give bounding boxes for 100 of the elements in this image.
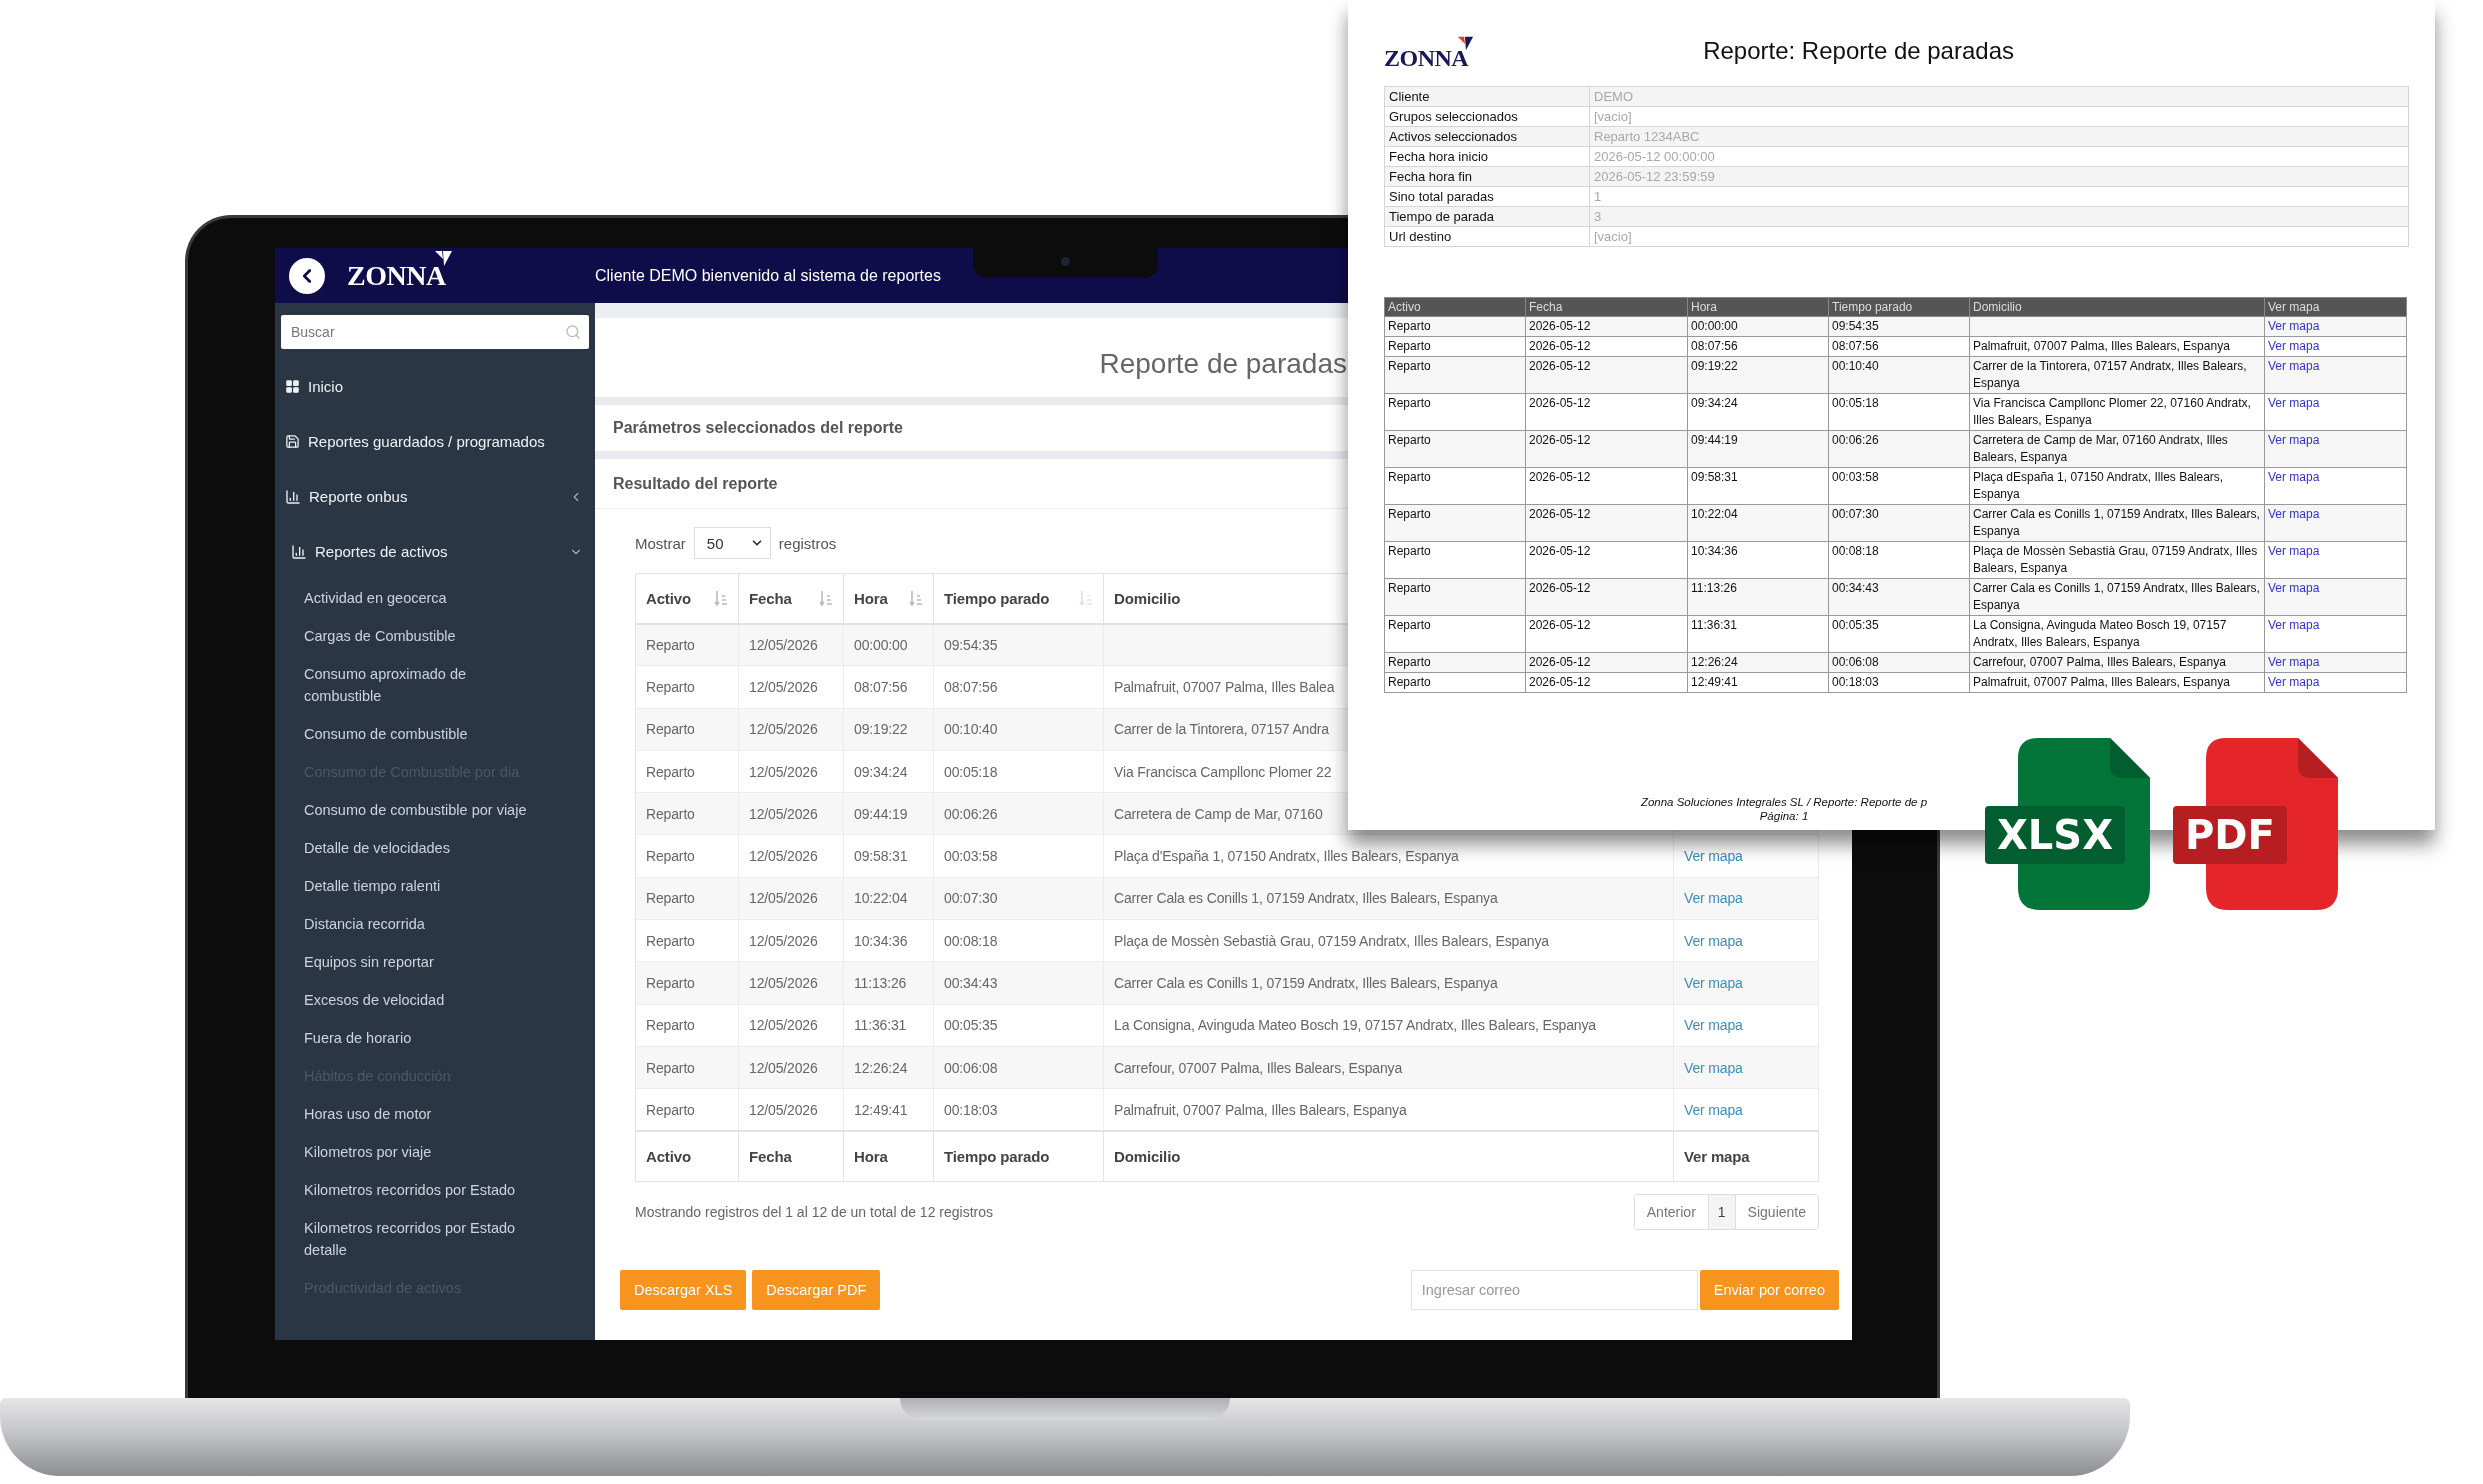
table-cell: 00:34:43 [944, 975, 998, 991]
page-button[interactable]: 1 [1707, 1194, 1735, 1229]
nav-subitem[interactable]: Fuera de horario [281, 1019, 541, 1057]
nav-subitem[interactable]: Cargas de Combustible [281, 617, 541, 655]
nav-subitem[interactable]: Horas uso de motor [281, 1095, 541, 1133]
map-link[interactable]: Ver mapa [2268, 396, 2320, 410]
map-link[interactable]: Ver mapa [1684, 848, 1743, 865]
nav-subitem[interactable]: Actividad en geocerca [281, 579, 541, 617]
table-cell: La Consigna, Avinguda Mateo Bosch 19, 07157 Andratx, Illes Balears, Espanya [1114, 1017, 1596, 1034]
map-link[interactable]: Ver mapa [1684, 1017, 1743, 1034]
table-cell: Reparto [646, 721, 695, 738]
email-field[interactable]: Ingresar correo [1410, 1269, 1698, 1310]
map-link[interactable]: Ver mapa [1684, 932, 1743, 949]
table-cell: Plaça de Mossèn Sebastià Grau, 07159 Andratx, Illes Balears, Espanya [1114, 932, 1549, 949]
chart-icon [285, 488, 301, 505]
nav-subitem[interactable]: Consumo de combustible por viaje [281, 791, 541, 829]
nav-subitem[interactable]: Detalle de velocidades [281, 829, 541, 867]
table-cell: 09:58:31 [1687, 467, 1829, 505]
nav-item[interactable]: Inicio [285, 378, 344, 395]
table-cell: 12/05/2026 [749, 1101, 818, 1118]
section-heading[interactable]: Parámetros seleccionados del reporte [613, 419, 903, 437]
table-cell: Carrer Cala es Conills 1, 07159 Andratx, Illes Balears, Espanya [1114, 975, 1498, 991]
table-cell: Palmafruit, 07007 Palma, Illes Balears, Espanya [1114, 1101, 1407, 1118]
nav-subitem[interactable]: Consumo aproximado de combustible [281, 655, 541, 715]
page-title: Reporte de paradas [1099, 347, 1347, 380]
column-header: Hora [1687, 297, 1829, 317]
column-header[interactable]: Tiempo parado [944, 589, 1050, 607]
column-header[interactable]: Domicilio [1114, 589, 1181, 607]
back-button[interactable] [289, 257, 325, 294]
column-header[interactable]: Hora [854, 589, 888, 607]
column-header: Fecha [1525, 297, 1688, 317]
nav-subitem[interactable]: Kilometros recorridos por Estado [281, 1171, 541, 1209]
page-number: Página: 1 [1759, 810, 1809, 822]
map-link[interactable]: Ver mapa [1684, 975, 1743, 991]
map-link[interactable]: Ver mapa [1684, 890, 1743, 907]
map-link[interactable]: Ver mapa [2268, 470, 2320, 484]
parameter-value: [vacio] [1589, 226, 2409, 247]
parameter-value: 1 [1589, 186, 2409, 207]
column-footer: Domicilio [1103, 1131, 1674, 1182]
column-header[interactable]: Activo [646, 589, 691, 607]
map-link[interactable]: Ver mapa [2268, 655, 2320, 669]
sort-icon[interactable] [909, 590, 923, 607]
map-link[interactable]: Ver mapa [2268, 433, 2320, 447]
map-link[interactable]: Ver mapa [2268, 675, 2320, 689]
length-label: registros [778, 534, 837, 552]
nav-item[interactable]: Reporte onbus [285, 488, 408, 505]
table-cell: Via Francisca Campllonc Plomer 22, 07160 Andratx, Illes Balears, Espanya [1969, 393, 2265, 431]
map-link[interactable]: Ver mapa [2268, 339, 2320, 353]
nav-item[interactable]: Reportes de activos [291, 543, 448, 560]
table-cell: 00:05:18 [1828, 393, 1970, 431]
save-icon [285, 434, 300, 449]
table-cell: 2026-05-12 [1525, 615, 1688, 653]
map-link[interactable]: Ver mapa [2268, 618, 2320, 632]
table-cell: 10:22:04 [854, 890, 908, 907]
nav-subitem[interactable]: Kilometros por viaje [281, 1133, 541, 1171]
map-link[interactable]: Ver mapa [1684, 1059, 1743, 1076]
map-link[interactable]: Ver mapa [1684, 1101, 1743, 1118]
sort-icon[interactable] [819, 590, 833, 607]
table-cell: 11:36:31 [854, 1017, 907, 1034]
table-cell: Reparto [1384, 430, 1526, 468]
page-size-select[interactable]: 50 [693, 527, 771, 559]
table-cell: 11:13:26 [854, 975, 907, 991]
table-cell: Reparto [1384, 541, 1526, 579]
nav-subitem[interactable]: Consumo de combustible [281, 715, 541, 753]
parameter-value: 2026-05-12 23:59:59 [1589, 166, 2409, 187]
nav-item[interactable]: Reportes guardados / programados [285, 433, 545, 450]
sort-icon[interactable] [714, 590, 728, 607]
table-cell: 08:07:56 [944, 678, 998, 695]
search-icon [565, 324, 581, 340]
nav-subitem[interactable]: Distancia recorrida [281, 905, 541, 943]
map-link[interactable]: Ver mapa [2268, 507, 2320, 521]
table-cell: Carrer de la Tintorera, 07157 Andratx, Illes Balears, Espanya [1969, 356, 2265, 394]
nav-subitem[interactable]: Kilometros recorridos por Estado detalle [281, 1209, 541, 1269]
table-cell: Reparto [1384, 615, 1526, 653]
nav-subitem[interactable]: Excesos de velocidad [281, 981, 541, 1019]
column-header[interactable]: Fecha [749, 589, 792, 607]
sort-icon[interactable] [1079, 590, 1093, 607]
map-link[interactable]: Ver mapa [2268, 319, 2320, 333]
table-cell: La Consigna, Avinguda Mateo Bosch 19, 07157 Andratx, Illes Balears, Espanya [1969, 615, 2265, 653]
table-cell: Carretera de Camp de Mar, 07160 Andratx, Illes Balears, Espanya [1969, 430, 2265, 468]
nav-subitem[interactable]: Equipos sin reportar [281, 943, 541, 981]
table-cell: 09:58:31 [854, 848, 908, 865]
table-cell: 2026-05-12 [1525, 356, 1688, 394]
section-heading[interactable]: Resultado del reporte [613, 474, 778, 493]
table-cell: 00:06:26 [1828, 430, 1970, 468]
table-cell: 00:10:40 [944, 721, 998, 738]
table-cell: Plaça dEspaña 1, 07150 Andratx, Illes Balears, Espanya [1969, 467, 2265, 505]
table-cell: Reparto [1384, 336, 1526, 357]
length-label: Mostrar [635, 534, 686, 552]
map-link[interactable]: Ver mapa [2268, 544, 2320, 558]
nav-subitem[interactable]: Detalle tiempo ralenti [281, 867, 541, 905]
map-link[interactable]: Ver mapa [2268, 581, 2320, 595]
table-cell: 2026-05-12 [1525, 467, 1688, 505]
parameter-value: DEMO [1589, 86, 2409, 107]
parameter-value: [vacio] [1589, 106, 2409, 127]
page-button[interactable]: Siguiente [1734, 1194, 1818, 1229]
map-link[interactable]: Ver mapa [2268, 359, 2320, 373]
table-cell: 12/05/2026 [749, 1059, 818, 1076]
table-cell: 00:00:00 [854, 636, 908, 653]
table-cell: Reparto [1384, 504, 1526, 542]
